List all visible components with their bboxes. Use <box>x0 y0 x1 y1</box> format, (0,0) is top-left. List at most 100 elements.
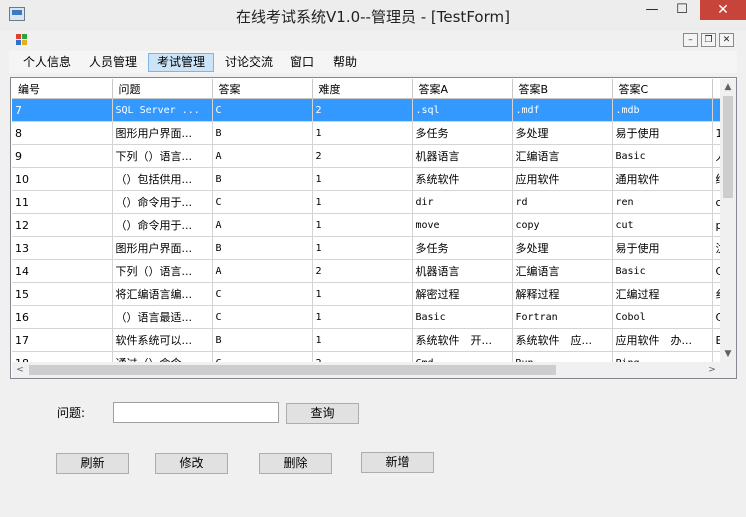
table-cell[interactable]: 7 <box>12 98 113 122</box>
table-cell[interactable] <box>712 351 720 362</box>
table-cell[interactable]: 1 <box>312 236 413 260</box>
table-cell[interactable]: 解密过程 <box>412 282 513 306</box>
menu-exam-management[interactable]: 考试管理 <box>148 53 214 72</box>
child-close-icon[interactable]: ✕ <box>719 33 734 47</box>
question-search-input[interactable] <box>113 402 279 423</box>
table-cell[interactable]: C <box>212 351 313 362</box>
menu-help[interactable]: 帮助 <box>327 53 363 72</box>
scroll-down-icon[interactable]: ▼ <box>720 346 736 362</box>
scroll-up-icon[interactable]: ▲ <box>720 79 736 95</box>
table-cell[interactable]: .mdb <box>612 98 713 122</box>
table-cell[interactable]: 汇编语言 <box>512 144 613 168</box>
column-header[interactable]: 答案A <box>412 79 513 99</box>
table-cell[interactable]: 2 <box>312 259 413 283</box>
table-cell[interactable]: 13 <box>12 236 113 260</box>
vertical-scrollbar[interactable]: ▲ ▼ <box>720 79 736 362</box>
table-cell[interactable]: ren <box>612 190 713 214</box>
table-row[interactable]: 16（）语言最适...C1BasicFortranCobolC <box>12 305 720 329</box>
table-cell[interactable]: 多任务 <box>412 121 513 145</box>
table-cell[interactable]: （）包括供用... <box>112 167 213 191</box>
table-cell[interactable]: B <box>212 167 313 191</box>
child-form-icon[interactable] <box>16 34 28 46</box>
menu-window[interactable]: 窗口 <box>284 53 320 72</box>
table-cell[interactable]: C <box>212 282 313 306</box>
table-cell[interactable]: 解释过程 <box>512 282 613 306</box>
table-cell[interactable]: （）语言最适... <box>112 305 213 329</box>
menu-personal-info[interactable]: 个人信息 <box>17 53 77 72</box>
table-cell[interactable]: 下列（）语言... <box>112 259 213 283</box>
table-cell[interactable]: 汶 <box>712 236 720 260</box>
table-cell[interactable]: 1 <box>312 328 413 352</box>
minimize-button[interactable]: — <box>638 0 666 20</box>
table-cell[interactable]: 系统软件 开... <box>412 328 513 352</box>
questions-grid[interactable]: 编号 问题 答案 难度 答案A 答案B 答案C 7 SQL Server ... C… <box>10 77 737 379</box>
table-cell[interactable]: （）命令用于... <box>112 190 213 214</box>
table-cell[interactable]: 2 <box>312 144 413 168</box>
table-cell[interactable]: 1 <box>312 190 413 214</box>
edit-button[interactable]: 修改 <box>155 453 228 474</box>
close-button[interactable]: ✕ <box>700 0 746 20</box>
table-cell[interactable]: 9 <box>12 144 113 168</box>
table-cell[interactable]: E <box>712 328 720 352</box>
child-minimize-icon[interactable]: – <box>683 33 698 47</box>
table-cell[interactable]: 14 <box>12 259 113 283</box>
table-cell[interactable]: Fortran <box>512 305 613 329</box>
table-cell[interactable]: 12 <box>12 213 113 237</box>
table-cell[interactable]: B <box>212 121 313 145</box>
column-header[interactable]: 答案B <box>512 79 613 99</box>
table-cell[interactable]: C <box>212 98 313 122</box>
table-row[interactable]: 14下列（）语言...A2机器语言汇编语言BasicC <box>12 259 720 283</box>
table-cell[interactable]: c <box>712 190 720 214</box>
table-cell[interactable]: 机器语言 <box>412 144 513 168</box>
table-row[interactable]: 17 软件系统可以... B 1 系统软件 开... 系统软件 应... 应用软件 办...… <box>12 328 720 352</box>
table-cell[interactable]: Basic <box>612 259 713 283</box>
table-cell[interactable]: Run <box>512 351 613 362</box>
table-cell[interactable]: 多任务 <box>412 236 513 260</box>
table-cell[interactable]: 汇编语言 <box>512 259 613 283</box>
table-row[interactable]: 18通过（）命令...C2CmdRunPing <box>12 351 720 362</box>
table-cell[interactable]: 应用软件 办... <box>612 328 713 352</box>
table-cell[interactable]: 2 <box>312 98 413 122</box>
table-cell[interactable]: 软件系统可以... <box>112 328 213 352</box>
vertical-scroll-thumb[interactable] <box>723 96 733 198</box>
table-cell[interactable]: 通过（）命令... <box>112 351 213 362</box>
table-cell[interactable]: 人 <box>712 144 720 168</box>
table-cell[interactable]: C <box>712 259 720 283</box>
table-cell[interactable]: 1 <box>312 213 413 237</box>
table-cell[interactable]: p <box>712 213 720 237</box>
table-row[interactable]: 12（）命令用于...A1movecopycutp <box>12 213 720 237</box>
table-cell[interactable]: 图形用户界面... <box>112 121 213 145</box>
table-row[interactable]: 13图形用户界面...B1多任务多处理易于使用汶 <box>12 236 720 260</box>
table-cell[interactable]: C <box>212 305 313 329</box>
column-header[interactable]: 难度 <box>312 79 413 99</box>
table-cell[interactable]: 系统软件 <box>412 167 513 191</box>
table-cell[interactable]: 系统软件 应... <box>512 328 613 352</box>
table-row[interactable]: 9下列（）语言...A2机器语言汇编语言Basic人 <box>12 144 720 168</box>
table-cell[interactable]: 将汇编语言编... <box>112 282 213 306</box>
table-cell[interactable]: Basic <box>412 305 513 329</box>
table-cell[interactable]: 1 <box>312 167 413 191</box>
table-cell[interactable]: rd <box>512 190 613 214</box>
horizontal-scroll-thumb[interactable] <box>29 365 556 375</box>
table-cell[interactable]: B <box>212 328 313 352</box>
refresh-button[interactable]: 刷新 <box>56 453 129 474</box>
table-cell[interactable]: A <box>212 144 313 168</box>
table-row[interactable]: 15将汇编语言编...C1解密过程解释过程汇编过程纟 <box>12 282 720 306</box>
table-row[interactable]: 8图形用户界面...B1多任务多处理易于使用1 <box>12 121 720 145</box>
table-cell[interactable]: 8 <box>12 121 113 145</box>
table-cell[interactable]: Basic <box>612 144 713 168</box>
table-cell[interactable]: 1 <box>312 305 413 329</box>
table-cell[interactable]: 1 <box>312 121 413 145</box>
table-cell[interactable]: C <box>212 190 313 214</box>
table-cell[interactable]: Cobol <box>612 305 713 329</box>
table-cell[interactable]: 下列（）语言... <box>112 144 213 168</box>
table-cell[interactable]: Cmd <box>412 351 513 362</box>
table-cell[interactable]: 15 <box>12 282 113 306</box>
table-row[interactable]: 11（）命令用于...C1dirrdrenc <box>12 190 720 214</box>
table-cell[interactable]: .sql <box>412 98 513 122</box>
table-cell[interactable]: C <box>712 305 720 329</box>
horizontal-scrollbar[interactable]: < > <box>12 362 720 378</box>
table-cell[interactable]: Ping <box>612 351 713 362</box>
table-cell[interactable]: cut <box>612 213 713 237</box>
add-button[interactable]: 新增 <box>361 452 434 473</box>
